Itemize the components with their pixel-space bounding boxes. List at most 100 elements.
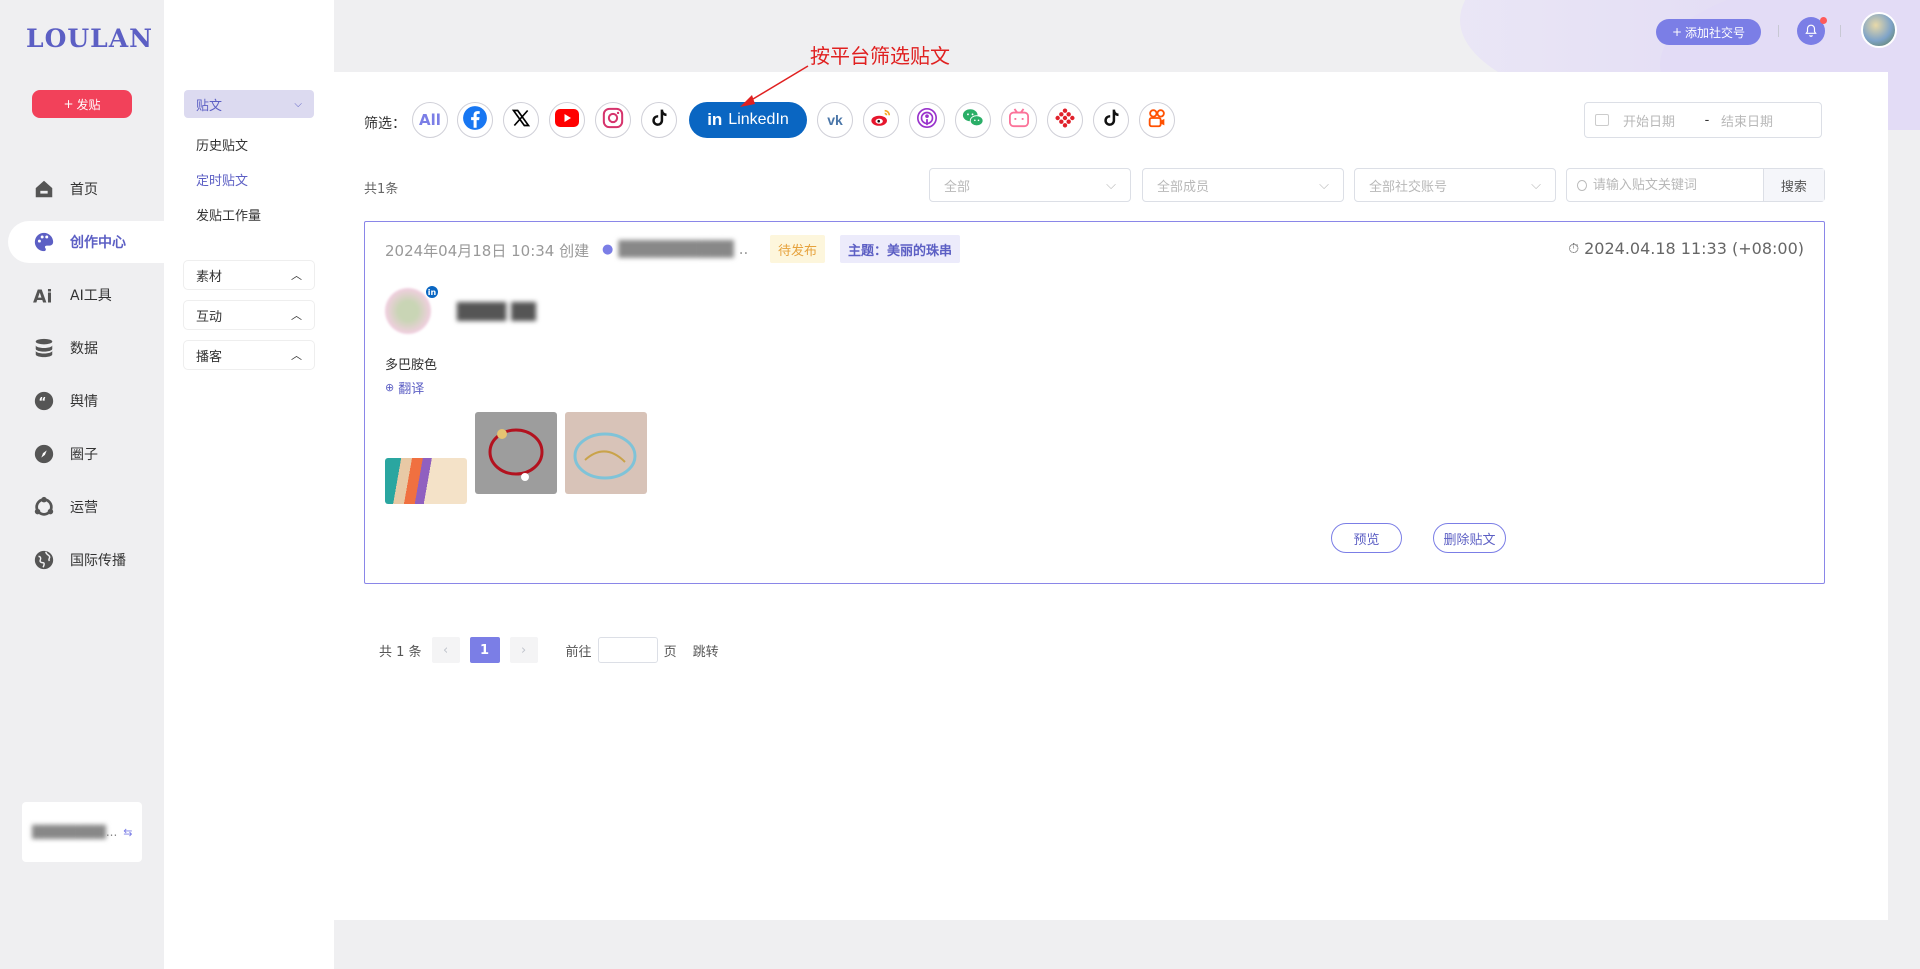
platform-filter-instagram[interactable]	[595, 102, 631, 138]
platform-filter-tiktok-2[interactable]	[1093, 102, 1129, 138]
chevron-down-icon: ⌵	[294, 98, 302, 110]
scheduled-time: ⏱ 2024.04.18 11:33 (+08:00)	[1568, 239, 1804, 258]
calendar-icon	[1595, 114, 1609, 126]
subnav-group-posts[interactable]: 贴文 ⌵	[184, 90, 314, 118]
new-post-label: 发贴	[76, 97, 101, 112]
subnav-post-workload[interactable]: 发贴工作量	[196, 205, 261, 224]
operations-icon	[32, 495, 56, 519]
sidebar-item-circles[interactable]: 圈子	[8, 433, 164, 475]
search-button[interactable]: 搜索	[1762, 169, 1824, 201]
add-account-label: 添加社交号	[1685, 25, 1746, 40]
user-avatar[interactable]	[1861, 12, 1897, 48]
linkedin-label: LinkedIn	[728, 111, 789, 128]
sidebar: LOULAN + 发贴 首页 创作中心 Ai AI工具 数据 “ 舆情 圈子 运…	[0, 0, 164, 969]
translate-label: 翻译	[398, 382, 425, 397]
preview-button[interactable]: 预览	[1331, 523, 1402, 553]
post-image-2[interactable]	[475, 412, 557, 494]
topic-badge: 主题：美丽的珠串	[840, 235, 961, 263]
database-icon	[32, 336, 56, 360]
platform-filter-youtube[interactable]	[549, 102, 585, 138]
sidebar-item-label: 圈子	[70, 447, 98, 463]
delete-post-button[interactable]: 删除贴文	[1433, 523, 1506, 553]
post-image-3[interactable]	[565, 412, 647, 494]
status-select-value: 全部	[944, 179, 971, 195]
sidebar-item-operations[interactable]: 运营	[8, 486, 164, 528]
translate-link[interactable]: ⊕ 翻译	[385, 378, 424, 397]
post-card: 2024年04月18日 10:34 创建 ● ██████████ .. 待发布…	[364, 221, 1825, 584]
platform-filter-vk[interactable]: vk	[817, 102, 853, 138]
platform-filter-tiktok[interactable]	[641, 102, 677, 138]
social-account-select[interactable]: 全部社交账号 ⌵	[1354, 168, 1556, 202]
start-date-input[interactable]: 开始日期	[1623, 111, 1693, 130]
post-image-1[interactable]	[385, 458, 467, 504]
prev-page-button[interactable]: ‹	[431, 637, 460, 663]
result-count: 共1条	[364, 182, 399, 197]
platform-filter-weibo[interactable]	[863, 102, 899, 138]
platform-filter-x[interactable]	[503, 102, 539, 138]
chevron-up-icon: ︿	[291, 269, 302, 282]
goto-page-input[interactable]	[597, 637, 658, 663]
filter-label: 筛选：	[364, 116, 406, 132]
post-content: 多巴胺色	[385, 358, 438, 373]
annotation-arrow-icon	[740, 65, 809, 107]
weibo-icon	[869, 107, 893, 133]
next-page-button[interactable]: ›	[509, 637, 538, 663]
end-date-input[interactable]: 结束日期	[1721, 111, 1773, 130]
subnav-history-posts[interactable]: 历史贴文	[196, 135, 248, 154]
clock-icon: ⏱	[1568, 240, 1580, 257]
sidebar-item-label: 舆情	[70, 394, 98, 410]
kuaishou-icon	[1146, 107, 1168, 133]
subnav-group-label: 贴文	[196, 98, 223, 114]
sidebar-menu: 首页 创作中心 Ai AI工具 数据 “ 舆情 圈子 运营 国际传播	[8, 168, 164, 592]
member-select[interactable]: 全部成员 ⌵	[1142, 168, 1344, 202]
tiktok-icon	[1101, 107, 1121, 133]
account-avatar	[385, 288, 431, 334]
subnav-group-label: 互动	[196, 309, 223, 325]
divider	[1840, 25, 1841, 37]
bilibili-icon	[1008, 108, 1030, 132]
ai-icon: Ai	[32, 283, 56, 307]
sidebar-item-sentiment[interactable]: “ 舆情	[8, 380, 164, 422]
app-logo[interactable]: LOULAN	[26, 24, 153, 53]
annotation-text: 按平台筛选贴文	[810, 44, 950, 68]
linkedin-badge-icon: in	[425, 285, 439, 299]
platform-filter-all[interactable]: All	[412, 102, 448, 138]
search-input[interactable]	[1586, 169, 1763, 201]
sidebar-item-home[interactable]: 首页	[8, 168, 164, 210]
subnav-group-interaction[interactable]: 互动 ︿	[184, 301, 314, 329]
platform-filter-kuaishou[interactable]	[1139, 102, 1175, 138]
pagination-total: 共 1 条	[379, 644, 422, 660]
podcast-icon	[916, 107, 938, 133]
sidebar-item-label: 运营	[70, 500, 98, 516]
plus-icon: +	[1671, 25, 1683, 39]
switch-icon[interactable]: ⇆	[123, 826, 132, 839]
status-select[interactable]: 全部 ⌵	[929, 168, 1131, 202]
linkedin-icon: in	[707, 110, 723, 129]
x-icon	[511, 108, 531, 132]
divider	[1778, 25, 1779, 37]
jump-button[interactable]: 跳转	[693, 641, 719, 660]
sidebar-item-label: AI工具	[70, 288, 112, 304]
page-number-current[interactable]: 1	[469, 637, 500, 663]
subnav-group-materials[interactable]: 素材 ︿	[184, 261, 314, 289]
subnav-scheduled-posts[interactable]: 定时贴文	[196, 170, 248, 189]
chevron-down-icon: ⌵	[1531, 177, 1541, 193]
sidebar-item-data[interactable]: 数据	[8, 327, 164, 369]
subnav-group-label: 播客	[196, 349, 223, 365]
platform-filter-wechat[interactable]	[955, 102, 991, 138]
platform-filter-kuaishou-red[interactable]	[1047, 102, 1083, 138]
platform-filter-bilibili[interactable]	[1001, 102, 1037, 138]
subnav-group-podcast[interactable]: 播客 ︿	[184, 341, 314, 369]
account-switcher[interactable]: ████████ ... ⇆	[22, 802, 142, 862]
sidebar-item-ai-tools[interactable]: Ai AI工具	[8, 274, 164, 316]
sidebar-item-creation-center[interactable]: 创作中心	[8, 221, 164, 263]
platform-filter-podcast[interactable]	[909, 102, 945, 138]
new-post-button[interactable]: + 发贴	[32, 90, 132, 118]
platform-filter-facebook[interactable]	[457, 102, 493, 138]
date-range-picker[interactable]: 开始日期 - 结束日期	[1584, 102, 1822, 138]
svg-text:“: “	[39, 395, 47, 409]
add-social-account-button[interactable]: + 添加社交号	[1656, 19, 1761, 45]
user-icon: ●	[602, 241, 614, 257]
quote-icon: “	[32, 389, 56, 413]
sidebar-item-international[interactable]: 国际传播	[8, 539, 164, 581]
